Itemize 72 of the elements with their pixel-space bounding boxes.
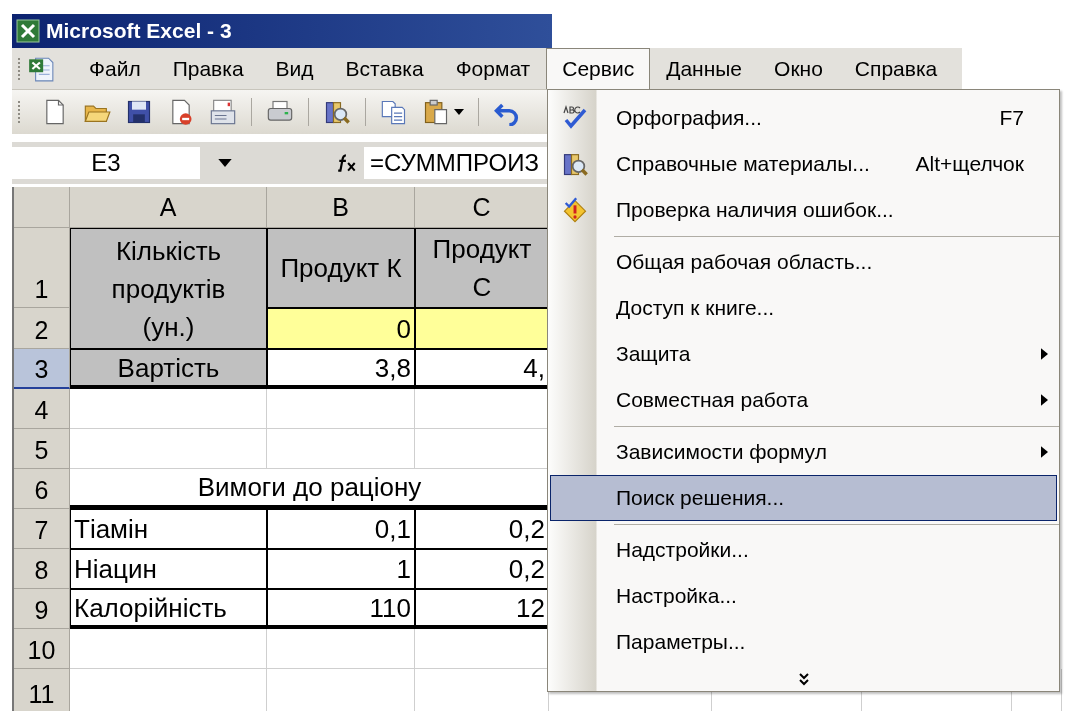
table-cell: 0,1 <box>267 509 415 549</box>
menu-item[interactable]: Совместная работа <box>550 377 1057 423</box>
submenu-arrow-icon <box>1040 394 1048 406</box>
warning-diamond-icon <box>561 196 589 224</box>
menu-item[interactable]: Настройка... <box>550 573 1057 619</box>
menu-item[interactable]: Поиск решения... <box>550 475 1057 521</box>
menu-item[interactable]: Окно <box>758 47 839 90</box>
table-cell: 0 <box>267 308 415 349</box>
menu-item[interactable]: Общая рабочая область... <box>550 239 1057 285</box>
table-cell: Ніацин <box>70 549 267 589</box>
menu-item[interactable]: Защита <box>550 331 1057 377</box>
table-cell[interactable] <box>70 429 267 469</box>
table-cell: Вартість <box>70 349 267 389</box>
menu-item[interactable]: Формат <box>439 47 547 90</box>
table-cell: Тіамін <box>70 509 267 549</box>
menu-item[interactable]: Орфография... F7 <box>550 95 1057 141</box>
paste-icon[interactable] <box>422 98 450 126</box>
table-cell: 0,2 <box>415 509 549 549</box>
table-cell: 1 <box>267 549 415 589</box>
table-cell: Калорійність <box>70 589 267 629</box>
menu-item[interactable]: Зависимости формул <box>550 429 1057 475</box>
table-cell[interactable] <box>70 389 267 429</box>
window-title: Microsoft Excel - 3 <box>46 19 232 43</box>
column-header[interactable]: C <box>415 187 549 228</box>
expand-icon[interactable] <box>797 672 810 686</box>
row-header[interactable]: 9 <box>14 589 70 629</box>
submenu-arrow-icon <box>1040 446 1048 458</box>
caret-icon[interactable] <box>454 109 464 115</box>
row-header[interactable]: 6 <box>14 469 70 509</box>
table-cell: 110 <box>267 589 415 629</box>
table-cell: Продукт С <box>415 228 549 308</box>
table-cell: Кількість продуктів (ун.) <box>70 228 267 349</box>
menu-item[interactable]: Справка <box>838 47 954 90</box>
row-header[interactable]: 10 <box>14 629 70 669</box>
menu-item[interactable]: Справочные материалы... Alt+щелчок <box>550 141 1057 187</box>
row-header[interactable]: 8 <box>14 549 70 589</box>
email-icon[interactable] <box>209 98 237 126</box>
row-header[interactable]: 3 <box>14 349 70 389</box>
menu-item[interactable]: Вид <box>259 47 330 90</box>
table-cell[interactable] <box>267 389 415 429</box>
column-header[interactable]: B <box>267 187 415 228</box>
row-header[interactable]: 7 <box>14 509 70 549</box>
menu-item[interactable]: Сервис <box>546 47 651 90</box>
menu-item[interactable]: Параметры... <box>550 619 1057 665</box>
row-header[interactable]: 1 <box>14 228 70 308</box>
table-cell: Продукт К <box>267 228 415 308</box>
submenu-arrow-icon <box>1040 348 1048 360</box>
menu-item[interactable]: Доступ к книге... <box>550 285 1057 331</box>
row-header[interactable]: 5 <box>14 429 70 469</box>
table-cell: 0,2 <box>415 549 549 589</box>
spreadsheet-icon <box>16 19 40 43</box>
table-cell[interactable] <box>267 429 415 469</box>
menu-item[interactable]: Правка <box>156 47 260 90</box>
table-cell: 3,8 <box>267 349 415 389</box>
row-header[interactable]: 4 <box>14 389 70 429</box>
menu-item[interactable]: Проверка наличия ошибок... <box>550 187 1057 233</box>
table-cell: 12 <box>415 589 549 629</box>
copy-icon[interactable] <box>380 98 408 126</box>
menu-item[interactable]: Данные <box>650 47 759 90</box>
caret-icon[interactable] <box>218 159 232 167</box>
name-box[interactable]: E3 <box>12 147 200 179</box>
row-header[interactable]: 11 <box>14 669 70 711</box>
row-header[interactable]: 2 <box>14 308 70 349</box>
menu-item[interactable]: Файл <box>73 47 157 90</box>
menu-item[interactable]: Надстройки... <box>550 527 1057 573</box>
save-icon[interactable] <box>125 98 153 126</box>
table-cell[interactable] <box>70 629 267 669</box>
table-cell[interactable] <box>267 629 415 669</box>
table-cell: 4, <box>415 349 549 389</box>
function-icon[interactable] <box>336 154 358 172</box>
menu-item[interactable]: Вставка <box>329 47 440 90</box>
column-header[interactable]: A <box>70 187 267 228</box>
